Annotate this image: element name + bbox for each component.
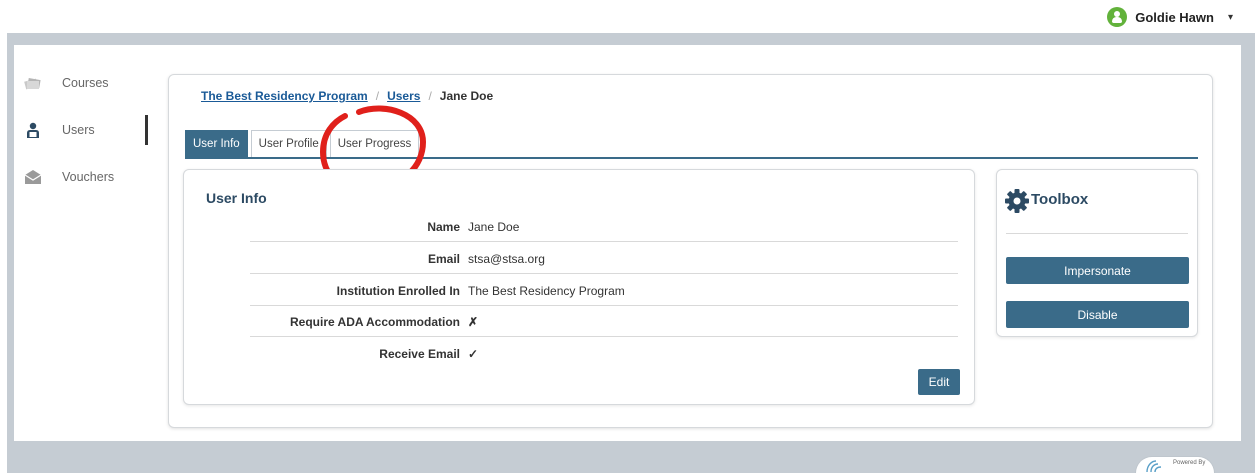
chevron-down-icon[interactable]: ▾ <box>1228 12 1233 23</box>
info-label: Name <box>427 220 460 234</box>
info-row-name: Name Jane Doe <box>250 210 958 242</box>
edit-button[interactable]: Edit <box>918 369 960 395</box>
user-menu[interactable]: Goldie Hawn ▾ <box>1107 7 1233 27</box>
top-bar: Goldie Hawn ▾ <box>0 0 1255 33</box>
info-row-ada: Require ADA Accommodation ✗ <box>250 305 958 337</box>
sidebar: Courses Users Vouchers <box>14 45 154 441</box>
breadcrumb-users-link[interactable]: Users <box>387 89 420 103</box>
breadcrumb-separator: / <box>375 89 380 103</box>
info-row-receive-email: Receive Email ✓ <box>250 337 958 369</box>
x-mark-icon: ✗ <box>468 315 479 329</box>
tab-user-info[interactable]: User Info <box>185 130 248 157</box>
breadcrumb: The Best Residency Program / Users / Jan… <box>201 89 493 103</box>
tab-user-profile[interactable]: User Profile <box>250 130 327 157</box>
info-value: The Best Residency Program <box>468 284 625 298</box>
info-label: Require ADA Accommodation <box>289 315 460 329</box>
impersonate-button[interactable]: Impersonate <box>1006 257 1189 284</box>
courses-icon <box>24 78 41 90</box>
brand-logo-icon <box>1146 460 1162 473</box>
tab-bar: User Info User Profile User Progress <box>185 130 420 157</box>
disable-button[interactable]: Disable <box>1006 301 1189 328</box>
info-row-email: Email stsa@stsa.org <box>250 242 958 274</box>
sidebar-item-label: Vouchers <box>62 170 115 184</box>
checkmark-icon: ✓ <box>468 347 479 361</box>
info-label: Email <box>427 252 460 266</box>
info-value: stsa@stsa.org <box>468 252 545 266</box>
info-value: Jane Doe <box>468 220 520 234</box>
info-row-institution: Institution Enrolled In The Best Residen… <box>250 274 958 306</box>
active-indicator <box>145 115 148 145</box>
toolbox-title: Toolbox <box>1031 191 1089 208</box>
sidebar-item-label: Users <box>62 123 95 137</box>
info-label: Receive Email <box>379 347 460 361</box>
users-icon <box>27 122 39 138</box>
powered-by-text: Powered By <box>1173 460 1206 466</box>
sidebar-item-users[interactable]: Users <box>14 115 154 145</box>
info-label: Institution Enrolled In <box>336 284 460 298</box>
sidebar-item-label: Courses <box>62 76 109 90</box>
user-name[interactable]: Goldie Hawn <box>1135 10 1214 25</box>
sidebar-item-vouchers[interactable]: Vouchers <box>14 162 154 192</box>
breadcrumb-program-link[interactable]: The Best Residency Program <box>201 89 368 103</box>
user-avatar-icon[interactable] <box>1107 7 1128 27</box>
breadcrumb-current: Jane Doe <box>439 89 494 103</box>
tab-underline <box>185 157 1198 159</box>
vouchers-icon <box>24 170 42 184</box>
user-info-title: User Info <box>206 190 267 206</box>
toolbox-divider <box>1006 233 1188 234</box>
tab-user-progress[interactable]: User Progress <box>329 130 420 157</box>
breadcrumb-separator: / <box>428 89 432 103</box>
powered-by-badge[interactable]: Powered By <box>1135 456 1215 473</box>
sidebar-item-courses[interactable]: Courses <box>14 68 154 98</box>
gear-icon <box>1005 189 1029 213</box>
